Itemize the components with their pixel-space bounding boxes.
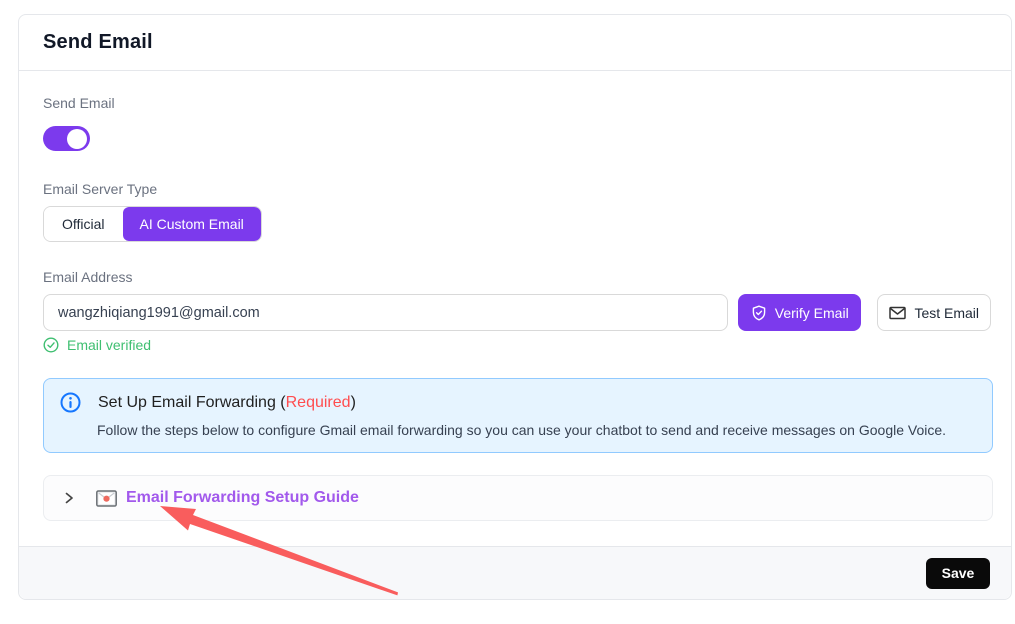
verify-email-button[interactable]: Verify Email <box>738 294 861 331</box>
email-emoji-icon <box>96 490 117 507</box>
email-address-input[interactable] <box>43 294 728 331</box>
alert-description: Follow the steps below to configure Gmai… <box>97 422 972 438</box>
page-title: Send Email <box>43 31 153 54</box>
email-verified-text: Email verified <box>67 337 151 353</box>
email-address-label: Email Address <box>43 269 991 285</box>
email-forwarding-guide-link[interactable]: Email Forwarding Setup Guide <box>126 489 359 507</box>
alert-title-main: Set Up Email Forwarding <box>98 394 276 411</box>
email-verified-status: Email verified <box>43 337 991 353</box>
check-circle-icon <box>43 337 59 353</box>
server-type-label: Email Server Type <box>43 181 991 197</box>
send-email-toggle[interactable] <box>43 126 90 151</box>
send-email-toggle-label: Send Email <box>43 95 991 111</box>
card-footer: Save <box>19 546 1011 599</box>
info-circle-icon <box>60 392 81 413</box>
server-type-option-ai-custom[interactable]: AI Custom Email <box>123 207 261 241</box>
send-email-card: Send Email Send Email Email Server Type … <box>18 14 1012 600</box>
alert-title-row: Set Up Email Forwarding (Required) <box>60 392 972 413</box>
server-type-option-official[interactable]: Official <box>44 207 123 241</box>
test-email-button[interactable]: Test Email <box>877 294 991 331</box>
verify-email-label: Verify Email <box>775 305 849 321</box>
toggle-knob <box>67 129 87 149</box>
email-forwarding-guide-collapse[interactable]: Email Forwarding Setup Guide <box>43 475 993 521</box>
server-type-segmented-control: Official AI Custom Email <box>43 206 262 242</box>
chevron-right-icon[interactable] <box>62 491 76 505</box>
test-email-label: Test Email <box>914 305 979 321</box>
save-button[interactable]: Save <box>926 558 990 589</box>
forwarding-info-alert: Set Up Email Forwarding (Required) Follo… <box>43 378 993 453</box>
shield-check-icon <box>751 305 767 321</box>
alert-paren-close: ) <box>351 394 356 411</box>
envelope-icon <box>889 306 906 320</box>
card-body: Send Email Email Server Type Official AI… <box>19 71 1011 521</box>
email-row: Verify Email Test Email <box>43 294 991 331</box>
alert-required-text: Required <box>286 394 351 411</box>
alert-title: Set Up Email Forwarding (Required) <box>98 394 356 412</box>
card-header: Send Email <box>19 15 1011 71</box>
